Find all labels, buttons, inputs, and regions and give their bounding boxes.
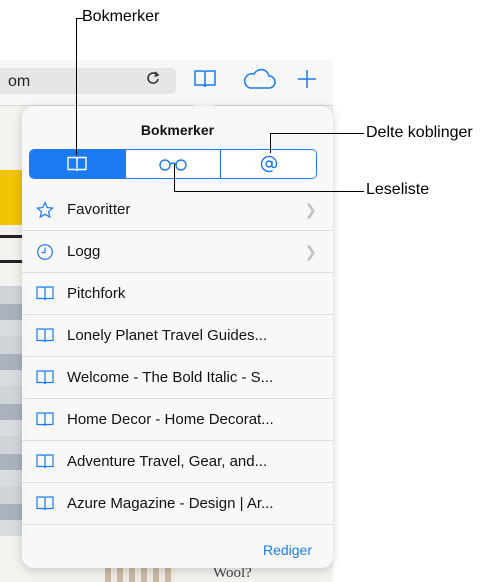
book-icon xyxy=(36,495,54,513)
list-item-label: Logg xyxy=(67,243,101,260)
callout-line xyxy=(270,133,364,134)
list-item-history[interactable]: Logg ❯ xyxy=(22,231,333,273)
book-icon xyxy=(67,156,88,172)
page-divider xyxy=(0,235,24,238)
callout-line xyxy=(174,164,175,191)
callout-line xyxy=(270,133,271,153)
popover-title: Bokmerker xyxy=(140,122,215,138)
list-item-label: Favoritter xyxy=(67,201,131,218)
bookmarks-segmented-control xyxy=(29,149,317,179)
book-icon xyxy=(36,285,54,303)
list-item-favorites[interactable]: Favoritter ❯ xyxy=(22,189,333,231)
tab-reading-list[interactable] xyxy=(124,150,221,178)
book-icon[interactable] xyxy=(190,64,220,94)
tab-bookmarks[interactable] xyxy=(30,150,125,178)
list-item-label: Lonely Planet Travel Guides... xyxy=(67,327,268,344)
star-icon xyxy=(36,200,54,219)
callout-line xyxy=(76,18,84,19)
at-icon xyxy=(260,155,277,173)
browser-scene: Wool? om Bokmerker Favoritter ❯ Logg ❯ P… xyxy=(0,0,504,582)
callout-bookmarks: Bokmerker xyxy=(82,8,160,25)
book-icon xyxy=(36,369,54,387)
book-icon xyxy=(36,453,54,471)
page-image-strip xyxy=(0,170,22,225)
bookmarks-popover: Bokmerker Favoritter ❯ Logg ❯ Pitchfork … xyxy=(22,106,333,568)
plus-icon[interactable] xyxy=(292,64,322,94)
page-divider xyxy=(0,260,24,263)
callout-line xyxy=(174,191,364,192)
reload-icon[interactable] xyxy=(146,70,160,91)
list-item-label: Home Decor - Home Decorat... xyxy=(67,411,274,428)
list-item-label: Welcome - The Bold Italic - S... xyxy=(67,369,274,386)
list-item[interactable]: Welcome - The Bold Italic - S... xyxy=(22,357,333,399)
chevron-right-icon: ❯ xyxy=(304,202,317,219)
list-item[interactable]: Adventure Travel, Gear, and... xyxy=(22,441,333,483)
edit-button[interactable]: Rediger xyxy=(263,542,312,558)
list-item[interactable]: Azure Magazine - Design | Ar... xyxy=(22,483,333,525)
chevron-right-icon: ❯ xyxy=(304,244,317,261)
callout-line xyxy=(76,18,77,155)
callout-reading-list: Leseliste xyxy=(366,181,430,198)
list-item[interactable]: Lonely Planet Travel Guides... xyxy=(22,315,333,357)
tab-shared-links[interactable] xyxy=(220,150,316,178)
callout-shared-links: Delte koblinger xyxy=(366,124,473,141)
glasses-icon xyxy=(159,159,187,171)
book-icon xyxy=(36,411,54,429)
book-icon xyxy=(36,327,54,345)
address-text: om xyxy=(8,73,31,90)
list-item-label: Pitchfork xyxy=(67,285,126,302)
list-item-label: Azure Magazine - Design | Ar... xyxy=(67,495,274,512)
bookmark-list: Favoritter ❯ Logg ❯ Pitchfork Lonely Pla… xyxy=(22,189,333,525)
clock-icon xyxy=(36,243,54,261)
list-item[interactable]: Home Decor - Home Decorat... xyxy=(22,399,333,441)
list-item[interactable]: Pitchfork xyxy=(22,273,333,315)
cloud-icon[interactable] xyxy=(240,64,278,94)
list-item-label: Adventure Travel, Gear, and... xyxy=(67,453,268,470)
